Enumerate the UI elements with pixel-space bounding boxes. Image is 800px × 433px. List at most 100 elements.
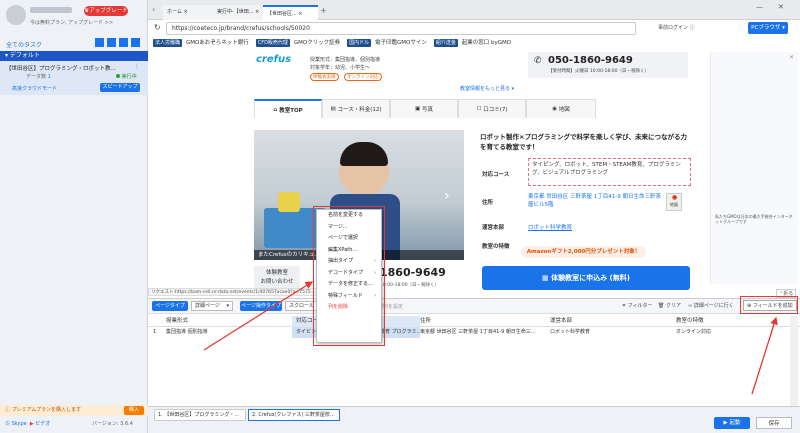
new-folder-icon[interactable] xyxy=(107,38,116,47)
help-icon: ⓘ xyxy=(689,25,695,31)
speedup-button[interactable]: スピードアップ xyxy=(100,83,140,92)
ad-text: 私たちGMOは日本の最大手総合インターネットグループです xyxy=(715,214,793,224)
trial-box[interactable]: 体験教室 お問い合わせ xyxy=(254,266,300,290)
course-label: 対応コース xyxy=(482,172,510,178)
info-line1: 授業形式：集団指導、個別指導 xyxy=(310,57,381,63)
list-icon: ▤ xyxy=(330,106,338,112)
address-value[interactable]: 東京都 世田谷区 三軒茶屋 1丁目41-9 朝日生命三軒茶屋ビル5階 xyxy=(528,193,663,209)
inquiry-label: お問い合わせ xyxy=(260,279,294,285)
prelogin-button[interactable]: 事前ログイン ⓘ xyxy=(658,24,695,31)
pc-browser-button[interactable]: PCブラウザ ▾ xyxy=(748,22,788,34)
crefus-logo[interactable]: crefus xyxy=(256,54,291,65)
column-header[interactable]: 運営本部 xyxy=(550,316,572,327)
task-more-icon[interactable]: ⋮ xyxy=(134,63,140,70)
row-number: 1 xyxy=(153,329,157,335)
close-window-icon[interactable]: ✕ xyxy=(778,3,784,11)
bottom-tab-1[interactable]: 1. 【世田谷区】プログラミング・... xyxy=(154,409,246,421)
info-icon: ⓘ xyxy=(5,407,12,413)
task-status: 実行中 xyxy=(116,73,137,80)
import-icon[interactable] xyxy=(119,38,128,47)
table-cell[interactable]: オンライン対応 xyxy=(676,327,711,338)
ad-close-icon[interactable]: ✕ xyxy=(789,54,794,61)
bookmark-link[interactable]: 起業の窓口 byGMO xyxy=(462,39,511,47)
task-data-count: データ数 1 xyxy=(26,74,51,80)
ad-strip: ✕ 私たちGMOは日本の最大手総合インターネットグループです xyxy=(710,52,798,284)
version-text: バージョン: 3.6.4 xyxy=(92,421,133,427)
bookmark-link[interactable]: 電子印鑑GMOサイン xyxy=(375,39,427,47)
avatar[interactable] xyxy=(6,5,26,25)
scrollbar[interactable] xyxy=(790,316,798,406)
bookmark-link[interactable]: GMOあおぞらネット銀行 xyxy=(186,39,249,47)
table-cell[interactable]: ロボット科学教育 xyxy=(550,327,590,338)
new-tab-icon[interactable]: + xyxy=(320,6,327,15)
buy-button[interactable]: 購入 xyxy=(123,406,144,415)
tab-home[interactable]: ホーム × xyxy=(163,5,213,20)
operator-value[interactable]: ロボット科学教育 xyxy=(528,223,572,231)
minimize-icon[interactable]: — xyxy=(756,3,763,11)
phone-box[interactable]: ✆ 050-1860-9649 【受付時間】火曜日 10:00-18:00（日・… xyxy=(528,52,688,78)
filter-button[interactable]: ⏷ フィルター xyxy=(622,302,653,309)
status-url: リクエスト:https://bam-cell.nr-data.net/event… xyxy=(148,288,318,296)
tab-active[interactable]: 【世田谷区... × xyxy=(263,5,318,20)
bookmark-tag[interactable]: 法人労働職 xyxy=(153,39,183,47)
back-icon[interactable]: ‹ xyxy=(152,5,155,14)
clear-button[interactable]: 🗑 クリア xyxy=(658,302,681,309)
highlight-box-add-field xyxy=(740,296,798,314)
badge-trial: 体験会実施 xyxy=(310,73,339,81)
skype-link[interactable]: Skype xyxy=(12,421,27,427)
page-operation-button[interactable]: ページ操作タイプ xyxy=(240,301,282,311)
phone-big[interactable]: 1860-9649 xyxy=(380,266,446,279)
promo-text[interactable]: 今は無料プラン, アップグレード >> xyxy=(30,19,113,26)
user-name xyxy=(30,7,72,13)
all-tasks-label: 全てのタスク xyxy=(6,42,43,49)
address-bar[interactable]: https://coeteco.jp/brand/crefus/schools/… xyxy=(166,22,636,35)
badge-online: オンライン対応 xyxy=(344,73,382,81)
photo-next-icon[interactable]: › xyxy=(444,188,450,204)
phone-icon: ✆ xyxy=(534,56,542,66)
table-cell[interactable]: 東京都 世田谷区 三軒茶屋 1丁目41-9 朝日生命三... xyxy=(420,327,546,338)
grid-icon[interactable] xyxy=(131,38,140,47)
site-tab-map[interactable]: ◉ 地図 xyxy=(526,99,596,118)
footer-links: Ⓢ Skype ▶ ビデオ xyxy=(5,420,50,427)
data-table: 授業形式 対応コース 住所 運営本部 教室の特徴 1 集団指導 個別指導 タイピ… xyxy=(148,316,800,342)
site-tab-top[interactable]: ⌂ 教室TOP xyxy=(254,99,322,118)
page-type-select[interactable]: 詳細ページ ▾ xyxy=(191,301,233,311)
bookmark-tag[interactable]: 国内ドル xyxy=(347,39,372,47)
operator-label: 運営本部 xyxy=(482,225,505,231)
site-tab-review[interactable]: ☐ 口コミ(7) xyxy=(458,99,526,118)
bookmark-link[interactable]: GMOクリック証券 xyxy=(294,39,340,47)
column-header[interactable]: 住所 xyxy=(420,316,431,327)
apply-button[interactable]: ▦ 体験教室に申込み (無料) xyxy=(482,266,690,290)
site-tab-photo[interactable]: ▣ 写真 xyxy=(390,99,458,118)
bottom-tab-2[interactable]: 2. Crefus(クレファス) 三軒茶屋校... xyxy=(248,409,340,421)
site-tab-course[interactable]: ▤ コース・料金(12) xyxy=(322,99,390,118)
cloud-mode-link[interactable]: 高速クラウドモード xyxy=(12,85,57,92)
tab-running[interactable]: 実行中-【世田... × xyxy=(213,5,263,20)
headline: ロボット製作×プログラミングで科学を楽しく学び、未来につながる力を育てる教室です… xyxy=(480,133,687,151)
table-row[interactable]: 1 集団指導 個別指導 タイピング ロボット STEM・STEAM教育 プログラ… xyxy=(148,327,800,338)
more-info-link[interactable]: 教室情報をもっと見る ▾ xyxy=(460,85,514,92)
premium-bar[interactable]: ⓘ プレミアムプランを購入します 購入 xyxy=(0,405,148,416)
upgrade-button[interactable]: ♛アップグレード xyxy=(84,6,128,16)
info-line2: 対象学年：幼児、小学生〜 xyxy=(310,65,371,71)
group-header[interactable]: ▾ デフォルト xyxy=(0,51,148,61)
detail-page-button[interactable]: ∞ 詳細ページに行く xyxy=(688,302,734,309)
calendar-icon: ▦ xyxy=(542,274,552,282)
photo-icon: ▣ xyxy=(415,106,422,112)
column-header[interactable]: 授業形式 xyxy=(166,316,188,327)
save-button[interactable]: 保存 xyxy=(756,417,792,429)
column-header[interactable]: 教室の特徴 xyxy=(676,316,704,327)
bookmark-tag[interactable]: 紹介送金 xyxy=(433,39,458,47)
table-cell[interactable]: 集団指導 個別指導 xyxy=(166,327,208,338)
video-link[interactable]: ビデオ xyxy=(35,421,50,427)
page-type-button[interactable]: ページタイプ xyxy=(152,301,188,311)
new-task-icon[interactable] xyxy=(95,38,104,47)
video-icon: ▶ xyxy=(29,421,34,427)
task-item[interactable]: 【世田谷区】プログラミング・ロボット教... ⋮ 実行中 データ数 1 高速クラ… xyxy=(0,61,148,95)
start-button[interactable]: ▶ 起動 xyxy=(714,417,750,429)
bookmark-tag[interactable]: CFD販売代理 xyxy=(255,39,290,47)
course-value[interactable]: タイピング、ロボット、STEM・STEAM教育、プログラミング、ビジュアルプログ… xyxy=(528,158,691,186)
map-thumbnail[interactable]: ● 地図 xyxy=(666,193,682,211)
amazon-promo[interactable]: Amazonギフト2,000円分プレゼント対象！ xyxy=(521,246,646,258)
reload-icon[interactable]: ↻ xyxy=(154,23,161,32)
